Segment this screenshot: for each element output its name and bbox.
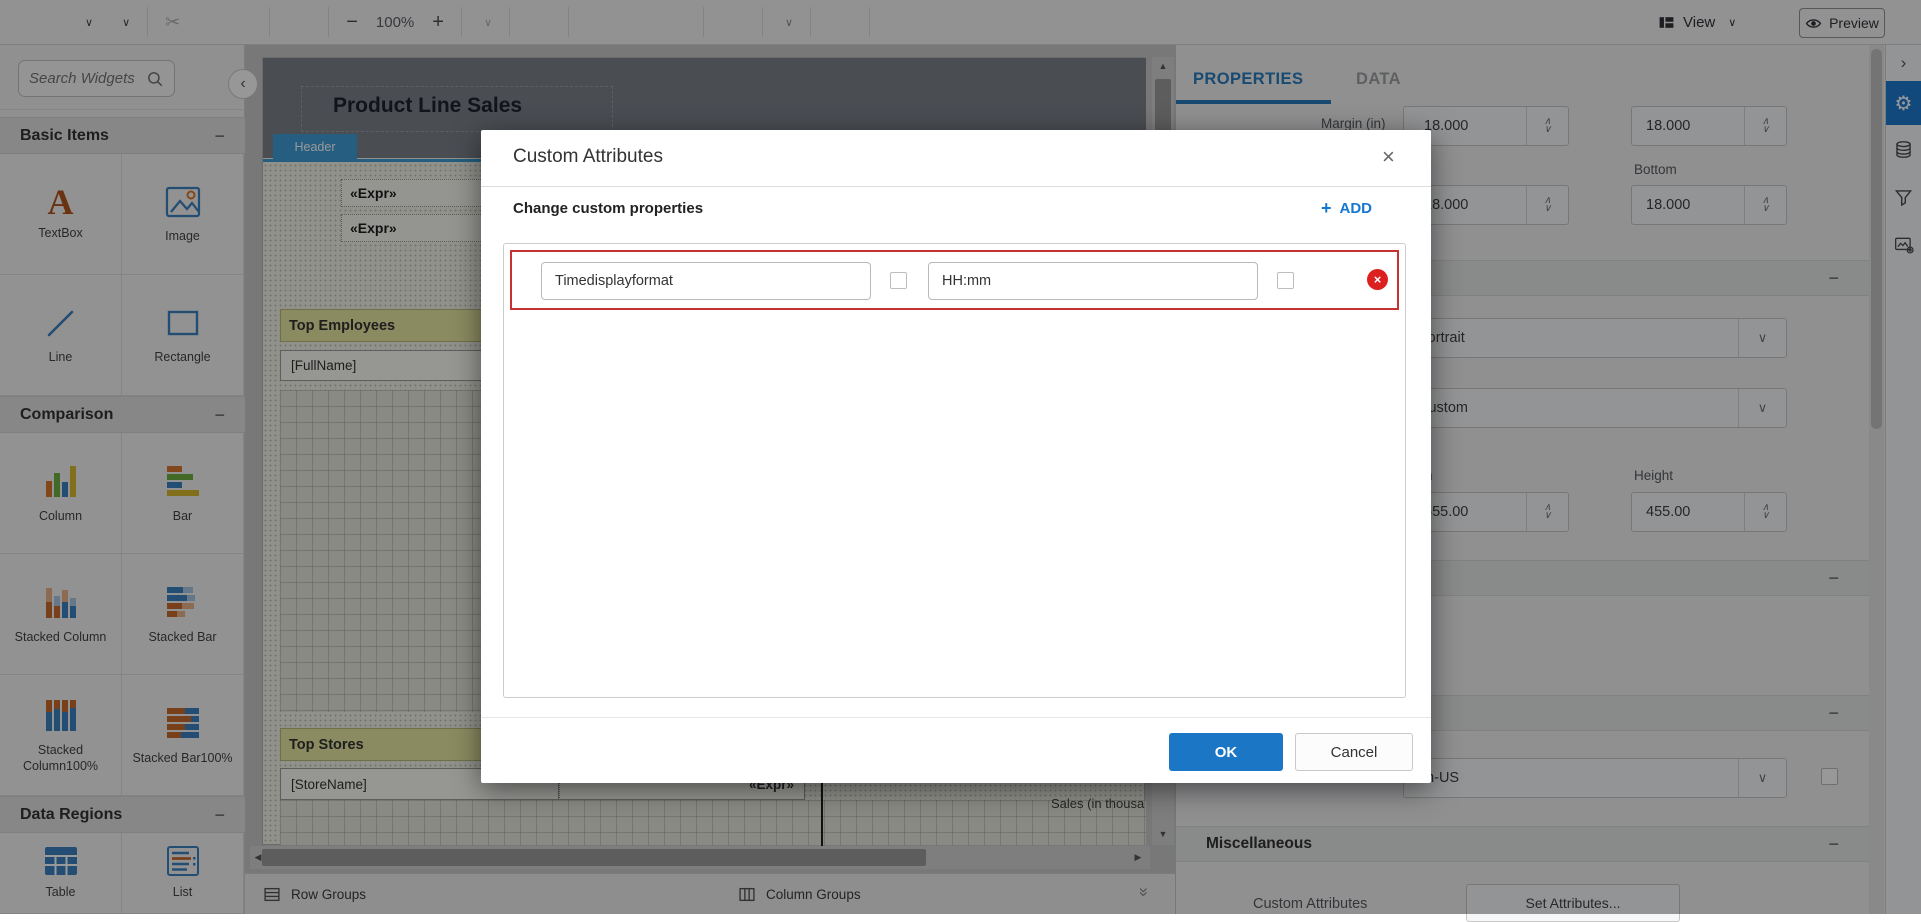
delete-attribute-icon[interactable]: × <box>1367 269 1388 290</box>
ok-button[interactable]: OK <box>1169 733 1283 771</box>
dialog-footer-divider <box>481 717 1431 718</box>
dialog-subtitle: Change custom properties <box>513 200 703 217</box>
attribute-name-expression-checkbox[interactable] <box>890 272 907 289</box>
attribute-value-input[interactable] <box>928 262 1258 300</box>
dialog-divider <box>481 186 1431 187</box>
attributes-list-box <box>503 243 1406 698</box>
attribute-value-expression-checkbox[interactable] <box>1277 272 1294 289</box>
cancel-button[interactable]: Cancel <box>1295 733 1413 771</box>
close-icon[interactable]: × <box>1382 144 1395 170</box>
dialog-title: Custom Attributes <box>513 146 663 168</box>
add-label: ADD <box>1340 200 1373 217</box>
attribute-name-input[interactable] <box>541 262 871 300</box>
add-attribute-button[interactable]: + ADD <box>1321 198 1372 219</box>
custom-attributes-dialog: Custom Attributes × Change custom proper… <box>481 130 1431 783</box>
plus-icon: + <box>1321 198 1332 219</box>
